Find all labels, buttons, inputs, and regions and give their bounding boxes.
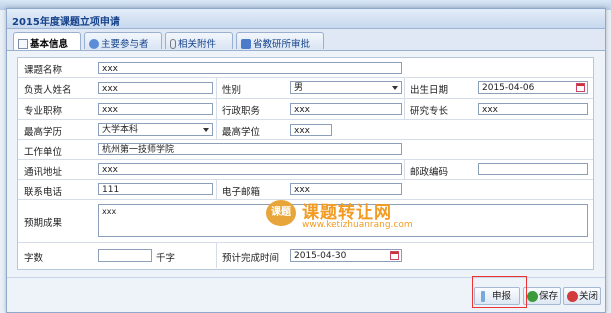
postcode-input[interactable] bbox=[478, 163, 588, 175]
address-input[interactable]: xxx bbox=[98, 163, 402, 175]
users-icon bbox=[89, 39, 99, 49]
finish-date-input[interactable]: 2015-04-30 bbox=[290, 249, 402, 262]
close-button[interactable]: 关闭 bbox=[563, 287, 601, 305]
word-count-input[interactable] bbox=[98, 249, 152, 262]
form-row: 字数 千字 预计完成时间 2015-04-30 bbox=[18, 242, 593, 268]
form-row: 课题名称 xxx bbox=[18, 58, 593, 78]
word-count-label: 字数 bbox=[24, 253, 44, 264]
leader-name-label: 负责人姓名 bbox=[24, 85, 72, 96]
degree-input[interactable]: xxx bbox=[290, 124, 332, 136]
form-row: 通讯地址 xxx 邮政编码 bbox=[18, 159, 593, 180]
birth-date-label: 出生日期 bbox=[410, 85, 449, 96]
title-label: 专业职称 bbox=[24, 106, 63, 117]
chevron-down-icon bbox=[201, 125, 211, 134]
cell-divider bbox=[216, 77, 217, 98]
paperclip-icon bbox=[170, 39, 176, 49]
workplace-input[interactable]: 杭州第一技师学院 bbox=[98, 143, 402, 155]
dialog-title: 2015年度课题立项申请 bbox=[12, 17, 120, 28]
topic-name-input[interactable]: xxx bbox=[98, 62, 402, 74]
close-label: 关闭 bbox=[579, 291, 599, 302]
calendar-icon[interactable] bbox=[390, 251, 399, 260]
basic-info-form: 课题名称 xxx 负责人姓名 xxx 性别 男 出生日期 2015-04-06 … bbox=[17, 57, 594, 270]
form-icon bbox=[18, 39, 28, 49]
address-label: 通讯地址 bbox=[24, 167, 63, 178]
gender-select[interactable]: 男 bbox=[290, 81, 402, 94]
cell-divider bbox=[216, 179, 217, 199]
cell-divider bbox=[404, 98, 405, 119]
gender-label: 性别 bbox=[222, 85, 242, 96]
tab-label: 省教研所审批 bbox=[253, 39, 311, 50]
watermark: 课题 课题转让网 www.ketizhuanrang.com bbox=[266, 198, 413, 236]
admin-post-label: 行政职务 bbox=[222, 106, 261, 117]
degree-label: 最高学位 bbox=[222, 127, 261, 138]
finish-date-label: 预计完成时间 bbox=[222, 253, 280, 264]
calendar-icon[interactable] bbox=[576, 83, 585, 92]
tab-basic-info[interactable]: 基本信息 bbox=[13, 32, 81, 50]
tab-participants[interactable]: 主要参与者 bbox=[84, 32, 162, 50]
cell-divider bbox=[404, 159, 405, 179]
title-input[interactable]: xxx bbox=[98, 103, 213, 115]
finish-date-value: 2015-04-30 bbox=[294, 251, 347, 261]
tab-strip: 基本信息 主要参与者 相关附件 省教研所审批 bbox=[7, 29, 605, 51]
save-button[interactable]: 保存 bbox=[523, 287, 561, 305]
word-count-unit: 千字 bbox=[156, 253, 176, 264]
form-row: 负责人姓名 xxx 性别 男 出生日期 2015-04-06 bbox=[18, 77, 593, 99]
email-label: 电子邮箱 bbox=[222, 187, 261, 198]
cell-divider bbox=[404, 77, 405, 98]
cell-divider bbox=[216, 119, 217, 139]
research-label: 研究专长 bbox=[410, 106, 449, 117]
topic-name-label: 课题名称 bbox=[24, 65, 63, 76]
education-select[interactable]: 大学本科 bbox=[98, 123, 213, 136]
education-value: 大学本科 bbox=[102, 125, 139, 135]
leader-name-input[interactable]: xxx bbox=[98, 82, 213, 94]
watermark-logo: 课题 bbox=[266, 200, 296, 226]
save-label: 保存 bbox=[539, 291, 559, 302]
postcode-label: 邮政编码 bbox=[410, 167, 449, 178]
cell-divider bbox=[216, 242, 217, 268]
close-icon bbox=[567, 291, 578, 302]
tab-label: 基本信息 bbox=[30, 39, 69, 50]
results-label: 预期成果 bbox=[24, 218, 63, 229]
form-row: 专业职称 xxx 行政职务 xxx 研究专长 xxx bbox=[18, 98, 593, 120]
chevron-down-icon bbox=[390, 83, 400, 92]
research-input[interactable]: xxx bbox=[478, 103, 588, 115]
education-label: 最高学历 bbox=[24, 127, 63, 138]
admin-post-input[interactable]: xxx bbox=[290, 103, 402, 115]
approval-icon bbox=[241, 39, 251, 49]
tab-provincial-approval[interactable]: 省教研所审批 bbox=[236, 32, 324, 50]
cell-divider bbox=[216, 98, 217, 119]
highlight-box bbox=[472, 276, 527, 308]
birth-date-input[interactable]: 2015-04-06 bbox=[478, 81, 588, 94]
phone-input[interactable]: 111 bbox=[98, 183, 213, 195]
application-dialog: 2015年度课题立项申请 基本信息 主要参与者 相关附件 省教研所审批 课题名称… bbox=[6, 8, 606, 313]
form-row: 最高学历 大学本科 最高学位 xxx bbox=[18, 119, 593, 140]
tab-label: 主要参与者 bbox=[101, 39, 149, 50]
watermark-url: www.ketizhuanrang.com bbox=[302, 220, 413, 230]
birth-date-value: 2015-04-06 bbox=[482, 83, 535, 93]
form-row: 联系电话 111 电子邮箱 xxx bbox=[18, 179, 593, 200]
email-input[interactable]: xxx bbox=[290, 183, 402, 195]
tab-attachments[interactable]: 相关附件 bbox=[165, 32, 233, 50]
gender-value: 男 bbox=[294, 83, 304, 93]
form-row: 工作单位 杭州第一技师学院 bbox=[18, 139, 593, 160]
phone-label: 联系电话 bbox=[24, 187, 63, 198]
dialog-titlebar[interactable]: 2015年度课题立项申请 bbox=[7, 9, 605, 29]
workplace-label: 工作单位 bbox=[24, 147, 63, 158]
check-icon bbox=[527, 291, 538, 302]
tab-label: 相关附件 bbox=[178, 39, 217, 50]
